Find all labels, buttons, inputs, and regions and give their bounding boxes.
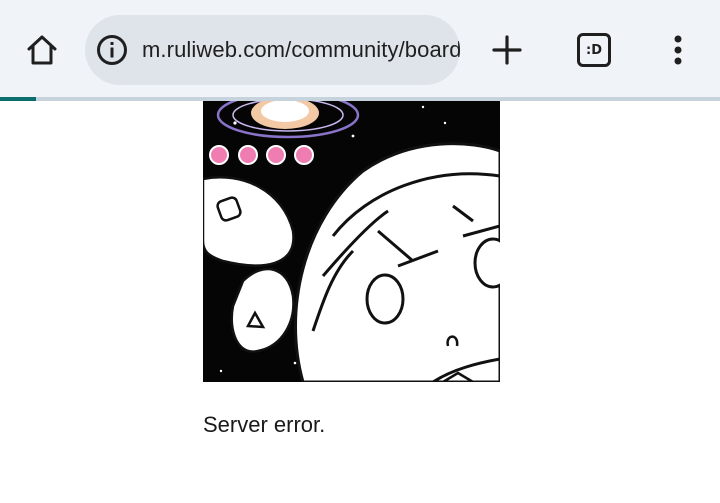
progress-fill bbox=[0, 97, 36, 101]
plus-icon bbox=[492, 35, 522, 65]
home-button[interactable] bbox=[14, 22, 70, 78]
error-message: Server error. bbox=[203, 412, 326, 437]
url-text[interactable]: m.ruliweb.com/community/board bbox=[142, 37, 460, 63]
info-icon[interactable] bbox=[95, 33, 129, 67]
tab-count: :D bbox=[586, 42, 602, 58]
tab-switcher-icon: :D bbox=[577, 33, 611, 67]
home-icon bbox=[27, 35, 57, 65]
menu-button[interactable] bbox=[650, 22, 706, 78]
address-bar[interactable]: m.ruliweb.com/community/board bbox=[85, 15, 460, 85]
browser-toolbar: m.ruliweb.com/community/board :D bbox=[0, 0, 720, 98]
tab-switcher-button[interactable]: :D bbox=[566, 22, 622, 78]
content-image bbox=[203, 101, 500, 382]
more-vert-icon bbox=[674, 35, 682, 65]
new-tab-button[interactable] bbox=[479, 22, 535, 78]
